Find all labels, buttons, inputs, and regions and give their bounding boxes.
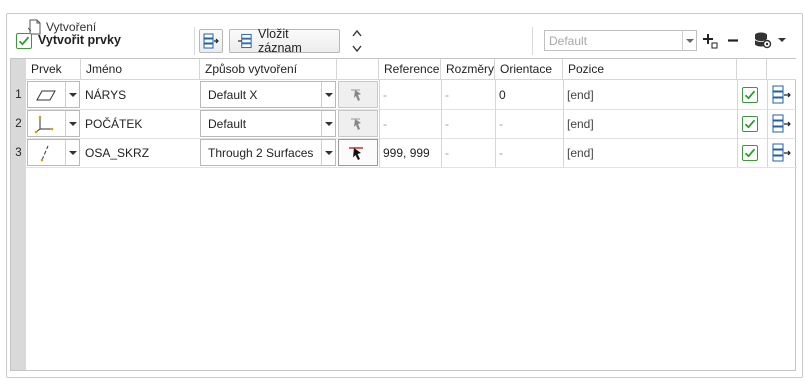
method-dropdown[interactable]: Default (200, 110, 336, 137)
col-header-reference[interactable]: Reference (379, 59, 441, 80)
orientation-value[interactable]: 0 (495, 81, 506, 109)
features-table: Prvek Jméno Způsob vytvoření Reference R… (10, 58, 797, 371)
checkmark-icon (18, 36, 30, 46)
minus-icon (728, 39, 738, 42)
method-value: Default (208, 116, 247, 131)
default-combo-value: Default (549, 34, 588, 48)
position-value[interactable]: [end] (563, 110, 594, 138)
row-number: 1 (15, 89, 22, 101)
dimensions-value[interactable]: - (441, 81, 449, 109)
row-separator (26, 167, 797, 168)
method-dropdown[interactable]: Default X (200, 81, 336, 108)
database-gear-icon (754, 32, 786, 49)
col-header-check[interactable] (737, 59, 767, 80)
plane-icon (36, 90, 56, 100)
pick-reference-button[interactable] (338, 110, 378, 137)
col-header-action[interactable] (767, 59, 796, 80)
feature-name[interactable]: POČÁTEK (81, 110, 142, 138)
toolbar-divider-2 (532, 27, 533, 55)
dimensions-value[interactable]: - (441, 139, 449, 167)
cursor-pick-icon (351, 89, 361, 101)
feature-type-dropdown[interactable] (27, 139, 80, 166)
orientation-value[interactable]: - (495, 139, 503, 167)
checkmark-icon (744, 90, 756, 100)
insert-record-button[interactable]: Vložit záznam (229, 27, 340, 55)
reference-value[interactable]: 999, 999 (379, 139, 430, 167)
row-enabled-checkbox[interactable] (742, 87, 758, 103)
col-header-prvek[interactable]: Prvek (26, 59, 81, 80)
pick-reference-button[interactable] (338, 81, 378, 108)
position-value[interactable]: [end] (563, 81, 594, 109)
chevron-down-icon (65, 140, 79, 165)
reference-value[interactable]: - (379, 110, 387, 138)
create-features-checkbox[interactable] (16, 33, 32, 49)
cursor-pick-icon (351, 118, 361, 130)
default-combo[interactable]: Default (544, 30, 697, 51)
row-number: 2 (15, 118, 22, 130)
insert-record-label: Vložit záznam (258, 27, 302, 55)
col-header-pick[interactable] (337, 59, 379, 80)
feature-name[interactable]: OSA_SKRZ (81, 139, 149, 167)
reference-value[interactable]: - (379, 81, 387, 109)
group-title: Vytvoření (46, 20, 97, 34)
col-line (737, 80, 738, 167)
table-insert-icon (203, 33, 219, 49)
chevron-down-icon (682, 31, 696, 50)
chevron-down-icon (65, 111, 79, 136)
cursor-pick-icon (349, 146, 363, 160)
col-header-rozmery[interactable]: Rozměry (441, 59, 495, 80)
chevron-down-icon (321, 111, 335, 136)
position-value[interactable]: [end] (563, 139, 594, 167)
chevron-down-icon (65, 82, 79, 107)
row-insert-icon[interactable] (771, 114, 793, 134)
row-insert-icon[interactable] (771, 85, 793, 105)
axis-line-icon (40, 145, 49, 161)
checkmark-icon (744, 148, 756, 158)
chevron-down-icon (321, 140, 335, 165)
toolbar-divider (194, 27, 195, 55)
col-header-orientace[interactable]: Orientace (495, 59, 563, 80)
method-value: Through 2 Surfaces (208, 145, 314, 160)
orientation-value[interactable]: - (495, 110, 503, 138)
pick-reference-button[interactable] (338, 139, 378, 166)
origin-axes-icon (34, 115, 54, 133)
plus-icon (703, 34, 718, 49)
database-settings-button[interactable] (753, 31, 789, 49)
add-config-button[interactable] (702, 32, 718, 49)
col-line (767, 80, 768, 167)
insert-record-icon (238, 33, 252, 49)
row-enabled-checkbox[interactable] (742, 116, 758, 132)
chevron-down-icon (321, 82, 335, 107)
remove-config-button[interactable] (726, 32, 740, 49)
row-enabled-checkbox[interactable] (742, 145, 758, 161)
move-up-down-icon[interactable] (350, 28, 364, 54)
feature-type-dropdown[interactable] (27, 81, 80, 108)
method-dropdown[interactable]: Through 2 Surfaces (200, 139, 336, 166)
create-features-label: Vytvořit prvky (38, 33, 121, 47)
col-header-zpusob[interactable]: Způsob vytvoření (200, 59, 337, 80)
feature-type-dropdown[interactable] (27, 110, 80, 137)
feature-name[interactable]: NÁRYS (81, 81, 126, 109)
method-value: Default X (208, 87, 258, 102)
col-header-jmeno[interactable]: Jméno (81, 59, 200, 80)
dimensions-value[interactable]: - (441, 110, 449, 138)
insert-row-icon-button[interactable] (199, 29, 223, 53)
row-number: 3 (15, 147, 22, 159)
checkmark-icon (744, 119, 756, 129)
col-header-pozice[interactable]: Pozice (563, 59, 737, 80)
row-insert-icon[interactable] (771, 143, 793, 163)
